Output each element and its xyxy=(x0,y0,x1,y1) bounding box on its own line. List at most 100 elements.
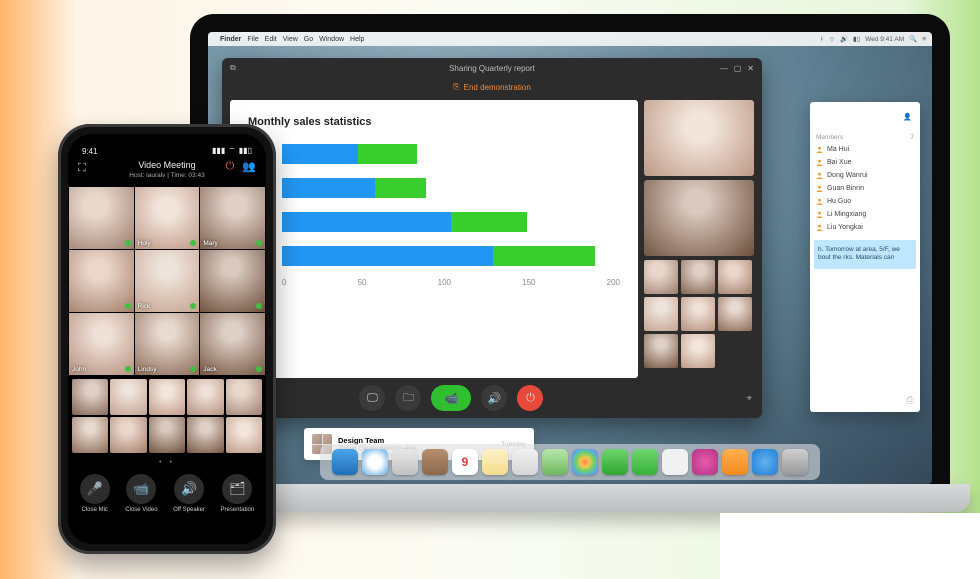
menubar-item[interactable]: Window xyxy=(319,36,344,43)
participant-tile[interactable]: Holy xyxy=(135,187,200,249)
battery-icon[interactable]: ▮▯ xyxy=(853,35,860,43)
chart-bar-segment-b xyxy=(358,144,417,164)
dock-safari-icon[interactable] xyxy=(362,449,388,475)
members-section-label: Members xyxy=(816,134,843,141)
dock-mail-icon[interactable] xyxy=(392,449,418,475)
member-item[interactable]: Dong Wanrui xyxy=(810,169,920,182)
end-demonstration-button[interactable]: End demonstration xyxy=(464,83,531,92)
participant-tile[interactable]: Jack xyxy=(200,313,265,375)
dock-numbers-icon[interactable] xyxy=(662,449,688,475)
button-label: Off Speaker xyxy=(173,507,205,513)
participant-tile-small[interactable] xyxy=(681,334,715,368)
menubar-item[interactable]: File xyxy=(247,36,258,43)
dock-itunes-icon[interactable] xyxy=(692,449,718,475)
phone-notch xyxy=(119,134,215,152)
laptop-device: Finder File Edit View Go Window Help ᚼ ⌔… xyxy=(170,14,970,554)
video-toggle-button[interactable]: 📹 xyxy=(431,385,471,411)
monitor-button[interactable]: 🖵 xyxy=(359,385,385,411)
menu-icon[interactable]: ≡ xyxy=(922,36,926,43)
phone-screen: 9:41 ▮▮▮ ⌔ ▮▮▯ ⛶ Video Meeting Host: lau… xyxy=(68,134,266,544)
note-tooltip: h. Tomorrow at area, 5/F, we bout the rk… xyxy=(814,240,916,269)
expand-icon[interactable]: ⛶ xyxy=(78,162,86,175)
dock-appstore-icon[interactable] xyxy=(752,449,778,475)
participant-tile[interactable] xyxy=(200,250,265,312)
participant-mini-tile[interactable] xyxy=(226,379,262,415)
participant-tile-small[interactable] xyxy=(644,260,678,294)
participant-tile-small[interactable] xyxy=(718,260,752,294)
participant-tile[interactable] xyxy=(69,250,134,312)
dock-facetime-icon[interactable] xyxy=(632,449,658,475)
volume-icon[interactable]: 🔊 xyxy=(840,35,848,43)
member-name: Ma Hui xyxy=(827,146,849,153)
hangup-button[interactable]: ⏻ xyxy=(517,385,543,411)
participant-tile[interactable]: Rick xyxy=(135,250,200,312)
dock-contacts-icon[interactable] xyxy=(422,449,448,475)
member-name: Guan Binrin xyxy=(827,185,864,192)
participant-mini-tile[interactable] xyxy=(187,379,223,415)
menubar-item[interactable]: View xyxy=(283,36,298,43)
sharing-window: ⧉ Sharing Quarterly report — ▢ ✕ ⎘ End d… xyxy=(222,58,762,418)
person-icon[interactable]: 👤 xyxy=(903,113,912,121)
chart-x-tick: 50 xyxy=(358,278,367,287)
pager-dots[interactable]: • • xyxy=(68,457,266,468)
dock-messages-icon[interactable] xyxy=(602,449,628,475)
off-speaker-button[interactable]: 🔊Off Speaker xyxy=(173,474,205,513)
dock-ibooks-icon[interactable] xyxy=(722,449,748,475)
member-item[interactable]: Guan Binrin xyxy=(810,182,920,195)
participant-tile-small[interactable] xyxy=(644,334,678,368)
dock-maps-icon[interactable] xyxy=(542,449,568,475)
participant-mini-tile[interactable] xyxy=(72,417,108,453)
participant-tile-large[interactable] xyxy=(644,100,754,176)
member-item[interactable]: Li Mingxiang xyxy=(810,208,920,221)
bluetooth-icon[interactable]: ᚼ xyxy=(820,36,824,43)
participant-tile[interactable] xyxy=(69,187,134,249)
participant-tile-small[interactable] xyxy=(681,260,715,294)
participant-tile-small[interactable] xyxy=(718,297,752,331)
participant-mini-tile[interactable] xyxy=(187,417,223,453)
participant-tile[interactable]: Lindsy xyxy=(135,313,200,375)
power-icon[interactable]: ⏻ xyxy=(226,160,235,173)
dock-photos-icon[interactable] xyxy=(572,449,598,475)
volume-button[interactable]: 🔊 xyxy=(481,385,507,411)
status-dot-icon xyxy=(256,240,262,246)
participant-mini-tile[interactable] xyxy=(110,379,146,415)
member-item[interactable]: Liu Yongkai xyxy=(810,221,920,234)
menubar-app-name[interactable]: Finder xyxy=(220,36,241,43)
participant-mini-tile[interactable] xyxy=(149,379,185,415)
participant-tile[interactable]: John xyxy=(69,313,134,375)
search-icon[interactable]: 🔍 xyxy=(909,35,917,43)
battery-icon: ▮▮▯ xyxy=(239,146,252,156)
menubar-clock[interactable]: Wed 9:41 AM xyxy=(865,36,904,43)
participant-mini-tile[interactable] xyxy=(149,417,185,453)
location-icon[interactable]: ⌖ xyxy=(746,393,752,404)
chart-bar-track xyxy=(282,212,620,232)
member-item[interactable]: Hu Guo xyxy=(810,195,920,208)
menubar-item[interactable]: Help xyxy=(350,36,364,43)
participant-mini-tile[interactable] xyxy=(110,417,146,453)
close-video-button[interactable]: 📹Close Video xyxy=(125,474,157,513)
dock-finder-icon[interactable] xyxy=(332,449,358,475)
status-dot-icon xyxy=(190,303,196,309)
cast-icon[interactable]: ⎙ xyxy=(810,389,920,412)
menubar-item[interactable]: Go xyxy=(304,36,313,43)
dock-calendar-icon[interactable]: 9 xyxy=(452,449,478,475)
participant-tile-small[interactable] xyxy=(681,297,715,331)
phone-time: 9:41 xyxy=(82,147,98,156)
member-item[interactable]: Ma Hui xyxy=(810,143,920,156)
menubar-item[interactable]: Edit xyxy=(265,36,277,43)
participant-tile-small[interactable] xyxy=(644,297,678,331)
member-item[interactable]: Bai Xue xyxy=(810,156,920,169)
folder-button[interactable]: 🗀 xyxy=(395,385,421,411)
participant-mini-tile[interactable] xyxy=(226,417,262,453)
close-mic-button[interactable]: 🎤Close Mic xyxy=(80,474,110,513)
participant-tile-large[interactable] xyxy=(644,180,754,256)
wifi-icon[interactable]: ⌔ xyxy=(829,35,835,44)
dock-notes-icon[interactable] xyxy=(482,449,508,475)
participant-mini-tile[interactable] xyxy=(72,379,108,415)
dock-settings-icon[interactable] xyxy=(782,449,808,475)
presentation-button[interactable]: 🗂Presentation xyxy=(221,474,255,513)
dock-reminders-icon[interactable] xyxy=(512,449,538,475)
chart-bar-row: April xyxy=(248,142,620,166)
users-icon[interactable]: 👥 xyxy=(242,160,256,173)
participant-tile[interactable]: Mary xyxy=(200,187,265,249)
